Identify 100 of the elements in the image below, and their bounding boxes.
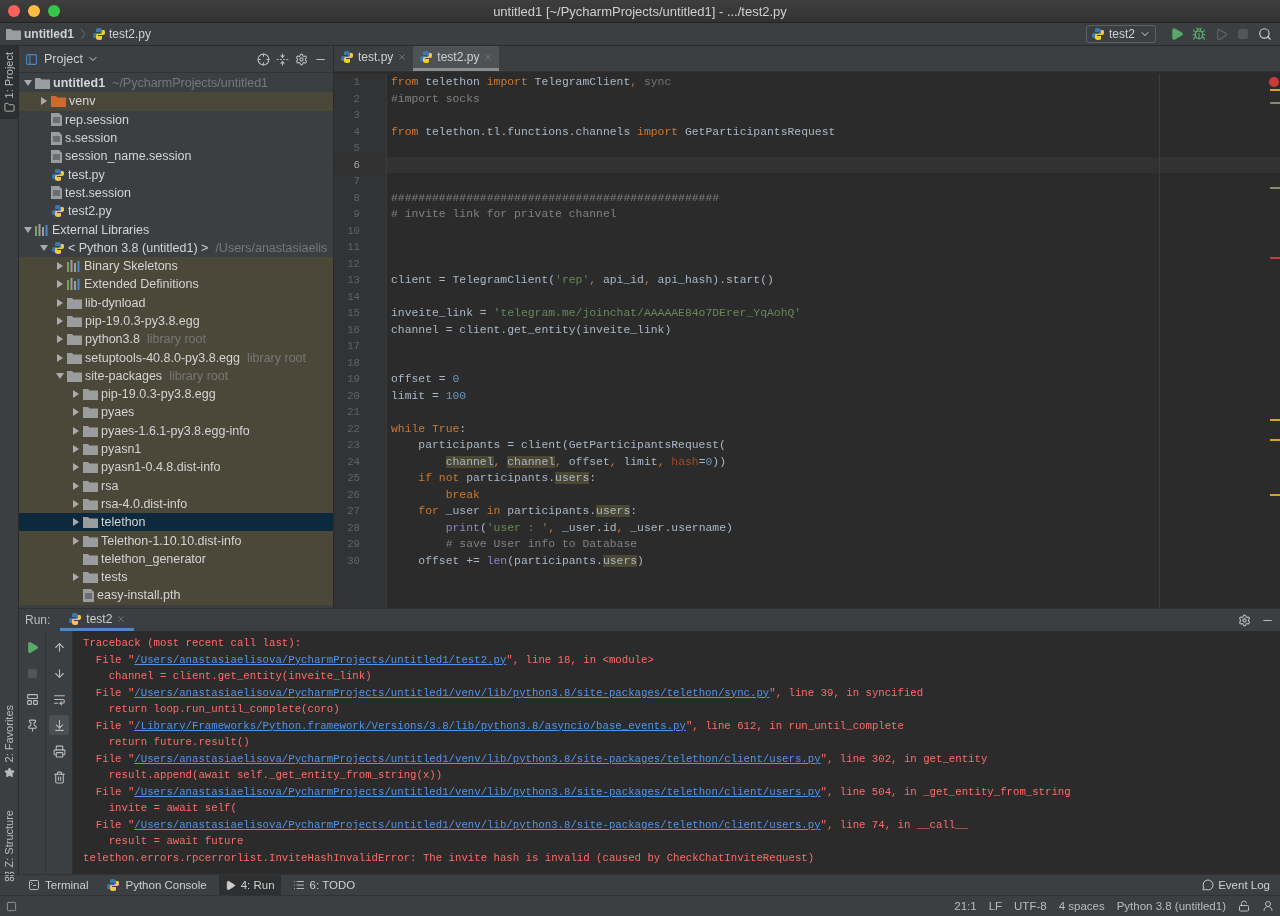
- settings-icon[interactable]: [295, 52, 308, 66]
- expanded-arrow-icon[interactable]: [21, 224, 35, 235]
- file-link[interactable]: /Users/anastasiaelisova/PycharmProjects/untitled1/venv/lib/python3.8/site-packages/telethon/client/users.py: [134, 785, 821, 798]
- item-label: pyaes: [101, 405, 135, 420]
- item-label: rsa-4.0.dist-info: [101, 496, 188, 511]
- status-item[interactable]: UTF-8: [1014, 900, 1047, 912]
- tool-window-tab[interactable]: Terminal: [22, 875, 95, 895]
- tool-window-tab[interactable]: Python Console: [100, 875, 213, 895]
- editor-tab[interactable]: test.py: [334, 46, 414, 71]
- file-icon: [51, 131, 62, 145]
- tool-windows-icon[interactable]: [6, 900, 17, 912]
- code-line: inveite_link = 'telegram.me/joinchat/AAAAAE84o7DErer_YqAohQ': [390, 307, 802, 320]
- item-label: rsa: [101, 478, 119, 493]
- traceback-line: File "/Users/anastasiaelisova/PycharmProjects/untitled1/venv/lib/python3.8/site-packages/telethon/client/users.py", line 74, in __call__: [94, 818, 969, 831]
- folder-icon: [83, 406, 98, 419]
- minimize-button[interactable]: [28, 5, 40, 17]
- search-icon[interactable]: [1256, 25, 1274, 43]
- file-icon: [51, 113, 62, 127]
- expanded-arrow-icon[interactable]: [37, 242, 51, 253]
- tree-item[interactable]: < Python 3.8 (untitled1) > /Users/anastasiaelis: [19, 238, 333, 257]
- code-line: client = TelegramClient('rep', api_id, api_hash).start(): [390, 274, 774, 287]
- folder-icon: [35, 77, 50, 90]
- file-link[interactable]: /Users/anastasiaelisova/PycharmProjects/untitled1/venv/lib/python3.8/site-packages/telethon/client/users.py: [134, 818, 821, 831]
- status-item[interactable]: 21:1: [954, 900, 977, 912]
- breadcrumb[interactable]: untitled1: [6, 27, 74, 41]
- item-label: External Libraries: [52, 222, 150, 237]
- tree-item[interactable]: pyaes: [19, 403, 333, 422]
- close-button[interactable]: [8, 5, 20, 17]
- tool-window-tab[interactable]: 1: Project: [0, 46, 18, 120]
- lock-icon[interactable]: [1238, 900, 1250, 912]
- tree-item[interactable]: untitled1 ~/PycharmProjects/untitled1: [19, 74, 333, 93]
- code-line: ################################################: [390, 191, 720, 204]
- item-label: < Python 3.8 (untitled1) >: [68, 240, 209, 255]
- tool-window-tab[interactable]: 4: Run: [218, 875, 281, 895]
- console-line: result.append(await self._get_entity_from_string(x)): [107, 769, 443, 782]
- item-label: test.session: [65, 185, 131, 200]
- tree-item[interactable]: setuptools-40.8.0-py3.8.egg library root: [19, 348, 333, 367]
- zoom-button[interactable]: [48, 5, 60, 17]
- tree-item[interactable]: venv: [19, 92, 333, 111]
- folder-icon: [67, 369, 82, 382]
- item-label: test.py: [68, 167, 105, 182]
- folder-icon: [67, 296, 82, 309]
- panel-icon: [25, 52, 38, 66]
- library-icon: [67, 260, 81, 273]
- event-log-button[interactable]: Event Log: [1202, 879, 1270, 891]
- folder-icon: [67, 333, 82, 346]
- status-item[interactable]: 4 spaces: [1058, 900, 1105, 912]
- run-configuration-dropdown[interactable]: test2: [1086, 25, 1156, 43]
- tool-window-tab[interactable]: 6: TODO: [286, 875, 362, 895]
- tool-window-tab[interactable]: Z: Structure: [0, 803, 18, 889]
- tree-item[interactable]: telethon: [19, 513, 333, 532]
- tool-window-tab[interactable]: 2: Favorites: [0, 699, 18, 784]
- item-hint: library root: [169, 368, 229, 383]
- tree-item[interactable]: pip-19.0.3-py3.8.egg: [19, 385, 333, 404]
- editor-tab[interactable]: test2.py: [413, 46, 500, 71]
- tree-item[interactable]: Extended Definitions: [19, 275, 333, 294]
- file-link[interactable]: /Library/Frameworks/Python.framework/Versions/3.8/lib/python3.8/asyncio/base_events.py: [134, 719, 686, 732]
- tree-item[interactable]: Telethon-1.10.10.dist-info: [19, 531, 333, 550]
- breadcrumb[interactable]: test2.py: [92, 27, 152, 41]
- tree-item[interactable]: s.session: [19, 128, 333, 148]
- file-link[interactable]: /Users/anastasiaelisova/PycharmProjects/untitled1/test2.py: [134, 653, 507, 666]
- close-icon[interactable]: [116, 613, 127, 624]
- item-label: telethon: [101, 515, 146, 530]
- item-label: Telethon-1.10.10.dist-info: [101, 533, 242, 548]
- folder-icon: [67, 315, 82, 327]
- debug-icon[interactable]: [1190, 25, 1208, 43]
- scroll-to-end-icon[interactable]: [49, 715, 69, 735]
- chevron-icon: [80, 28, 86, 40]
- tree-item[interactable]: test.session: [19, 183, 333, 203]
- tree-item[interactable]: test.py: [19, 165, 333, 184]
- tree-item[interactable]: test2.py: [19, 202, 333, 221]
- folder-icon: [83, 443, 98, 456]
- item-hint: ~/PycharmProjects/untitled1: [112, 76, 269, 91]
- tree-item[interactable]: tests: [19, 568, 333, 587]
- collapse-icon[interactable]: [276, 52, 289, 66]
- close-icon[interactable]: [397, 52, 408, 62]
- file-link[interactable]: /Users/anastasiaelisova/PycharmProjects/untitled1/venv/lib/python3.8/site-packages/telethon/client/users.py: [134, 752, 821, 765]
- tree-item[interactable]: easy-install.pth: [19, 586, 333, 605]
- inspector-icon[interactable]: [1262, 900, 1274, 912]
- expanded-arrow-icon[interactable]: [53, 370, 67, 381]
- code-line: offset += len(participants.users): [417, 554, 644, 567]
- tree-item[interactable]: rep.session: [19, 110, 333, 129]
- python-icon: [51, 167, 65, 182]
- line-number: 6: [352, 158, 360, 171]
- tree-item[interactable]: External Libraries: [19, 220, 333, 239]
- tree-item[interactable]: pyasn1-0.4.8.dist-info: [19, 458, 333, 477]
- settings-icon[interactable]: [1238, 613, 1251, 627]
- file-link[interactable]: /Users/anastasiaelisova/PycharmProjects/untitled1/venv/lib/python3.8/site-packages/telethon/sync.py: [134, 686, 770, 699]
- tree-item[interactable]: python3.8 library root: [19, 330, 333, 349]
- python-icon: [68, 611, 83, 626]
- python-icon: [1091, 27, 1105, 41]
- tree-item[interactable]: session_name.session: [19, 147, 333, 166]
- view-dropdown[interactable]: Project: [44, 52, 99, 66]
- status-item[interactable]: Python 3.8 (untitled1): [1116, 900, 1226, 912]
- locate-icon[interactable]: [257, 52, 270, 66]
- item-label: site-packages: [85, 368, 163, 383]
- list-icon: [292, 879, 305, 891]
- tree-item[interactable]: Binary Skeletons: [19, 256, 333, 276]
- code-line: from telethon import TelegramClient, sync: [390, 76, 672, 89]
- status-item[interactable]: LF: [988, 900, 1003, 912]
